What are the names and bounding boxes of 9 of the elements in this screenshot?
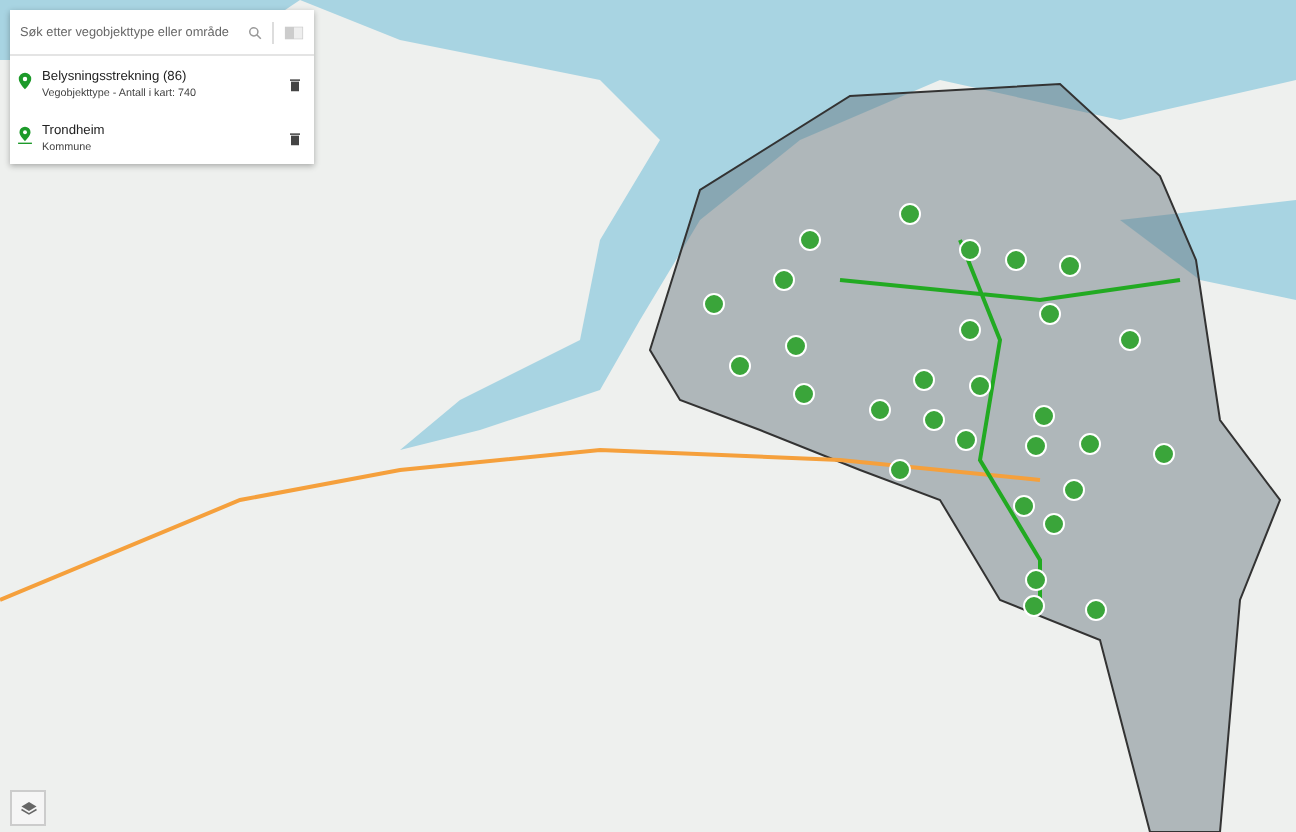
map-pin-icon: [18, 72, 32, 90]
cluster-markers-drawing[interactable]: [703, 203, 1175, 621]
trash-icon[interactable]: [290, 132, 300, 146]
trash-icon[interactable]: [290, 78, 300, 92]
layers-icon: [19, 800, 37, 816]
layers-button[interactable]: [10, 790, 46, 826]
book-icon[interactable]: [284, 25, 304, 39]
map-pin-icon: [18, 126, 32, 144]
search-icon[interactable]: [248, 25, 262, 39]
